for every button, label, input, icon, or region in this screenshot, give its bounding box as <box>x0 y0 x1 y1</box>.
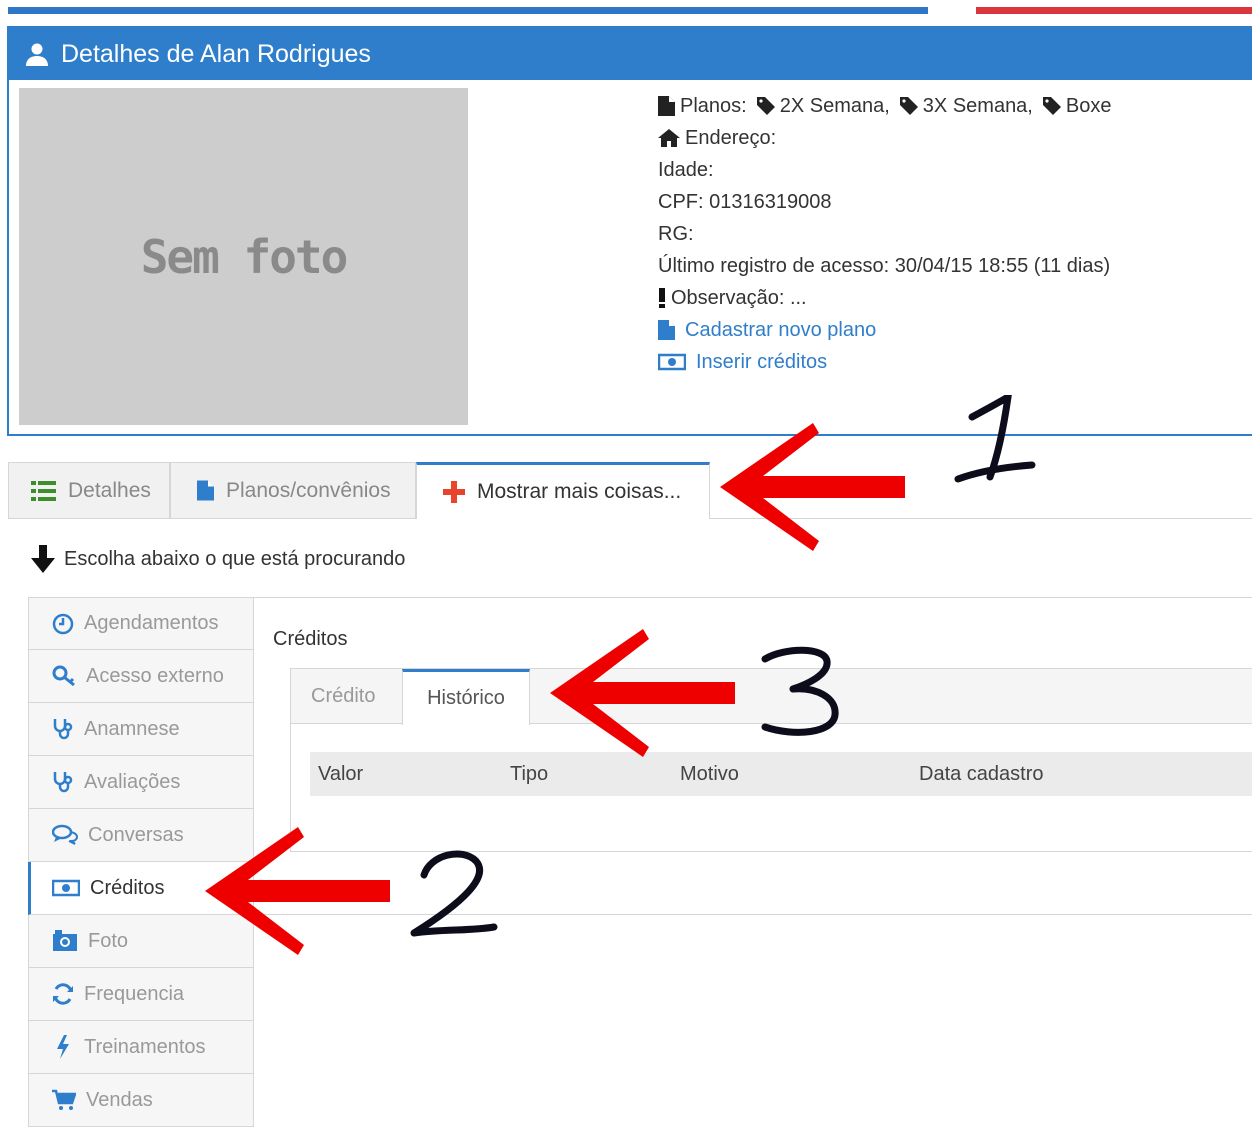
home-icon <box>658 129 680 147</box>
key-icon <box>52 665 75 687</box>
photo-placeholder: Sem foto <box>19 88 468 425</box>
insert-credits-link[interactable]: Inserir créditos <box>696 346 827 378</box>
hint-text: Escolha abaixo o que está procurando <box>28 545 405 573</box>
annotation-number-3: 3 <box>761 646 839 736</box>
sidebar-item-anamnese[interactable]: Anamnese <box>28 703 254 756</box>
stethoscope-icon <box>53 719 73 740</box>
sidebar-item-label: Foto <box>88 929 129 952</box>
plan-tag-label: Boxe <box>1065 95 1112 117</box>
column-header: Valor <box>318 763 364 785</box>
exclamation-icon <box>659 288 665 308</box>
sidebar-item-vendas[interactable]: Vendas <box>28 1074 254 1127</box>
sidebar-item-label: Avaliações <box>84 770 181 793</box>
section-title: Créditos <box>273 628 348 650</box>
stethoscope-icon <box>53 772 73 793</box>
annotation-number-1: 1 <box>954 395 1036 483</box>
file-icon <box>658 320 675 340</box>
sidebar-item-label: Conversas <box>88 823 184 846</box>
refresh-icon <box>53 983 73 1005</box>
plans-row: Planos: 2X Semana, 3X Semana, Boxe <box>658 90 1111 122</box>
details-panel: Detalhes de Alan Rodrigues Sem foto Plan… <box>7 26 1252 436</box>
file-icon <box>197 480 214 501</box>
cart-icon <box>52 1089 76 1110</box>
new-plan-link[interactable]: Cadastrar novo plano <box>685 314 876 346</box>
column-header: Tipo <box>510 763 549 785</box>
plan-tag-label: 3X Semana, <box>922 95 1033 117</box>
sidebar-item-label: Créditos <box>90 876 165 899</box>
observation-label: Observação: ... <box>671 287 807 309</box>
sidebar-item-label: Vendas <box>86 1088 153 1111</box>
money-icon <box>658 353 686 371</box>
tab-label: Planos/convênios <box>226 478 391 502</box>
panel-title: Detalhes de Alan Rodrigues <box>61 39 371 68</box>
tab-label: Detalhes <box>68 478 151 502</box>
main-tabs: Detalhes Planos/convênios Mostrar mais c… <box>8 462 1252 519</box>
address-row: Endereço: <box>658 122 1111 154</box>
list-icon <box>31 480 56 501</box>
tab-detalhes[interactable]: Detalhes <box>8 462 170 518</box>
student-info: Planos: 2X Semana, 3X Semana, Boxe Ender… <box>658 90 1111 378</box>
address-label: Endereço: <box>685 127 777 149</box>
annotation-arrow-3 <box>550 629 735 757</box>
tag-icon <box>756 97 775 115</box>
sidebar-item-label: Treinamentos <box>84 1035 206 1058</box>
column-header: Motivo <box>680 763 739 785</box>
hint-label: Escolha abaixo o que está procurando <box>64 547 406 570</box>
tab-mostrar-mais[interactable]: Mostrar mais coisas... <box>416 462 710 519</box>
age-row: Idade: <box>658 159 714 181</box>
sidebar-item-treinamentos[interactable]: Treinamentos <box>28 1021 254 1074</box>
sidebar-item-acesso-externo[interactable]: Acesso externo <box>28 650 254 703</box>
camera-icon <box>53 930 77 951</box>
chat-icon <box>52 824 78 845</box>
last-access-row: Último registro de acesso: 30/04/15 18:5… <box>658 255 1111 277</box>
plan-tag: Boxe <box>1042 90 1112 122</box>
column-header: Data cadastro <box>919 763 1044 785</box>
top-bar-blue <box>8 7 928 14</box>
tag-icon <box>899 97 918 115</box>
annotation-arrow-2 <box>205 827 390 955</box>
sidebar-item-label: Agendamentos <box>84 612 219 634</box>
arrow-down-icon <box>31 545 55 573</box>
plan-tag-label: 2X Semana, <box>779 95 890 117</box>
subtab-historico[interactable]: Histórico <box>402 669 530 725</box>
plan-tag: 3X Semana, <box>899 90 1033 122</box>
tag-icon <box>1042 97 1061 115</box>
bolt-icon <box>57 1035 69 1059</box>
money-icon <box>52 879 80 897</box>
sidebar-item-avaliacoes[interactable]: Avaliações <box>28 756 254 809</box>
sidebar-item-label: Frequencia <box>84 982 185 1005</box>
cpf-row: CPF: 01316319008 <box>658 191 832 213</box>
sidebar-item-agendamentos[interactable]: Agendamentos <box>28 597 254 650</box>
clock-icon <box>52 613 74 634</box>
user-icon <box>26 43 48 66</box>
tab-planos[interactable]: Planos/convênios <box>170 462 416 518</box>
sidebar-item-frequencia[interactable]: Frequencia <box>28 968 254 1021</box>
tab-label: Mostrar mais coisas... <box>477 480 682 503</box>
insert-credits-link-row[interactable]: Inserir créditos <box>658 346 1111 378</box>
sidebar-item-label: Anamnese <box>84 717 180 740</box>
history-table-header: Valor Tipo Motivo Data cadastro <box>310 752 1252 796</box>
no-photo-text: Sem foto <box>140 229 349 284</box>
plans-label: Planos: <box>680 95 747 117</box>
top-bar-red <box>976 7 1252 14</box>
rg-row: RG: <box>658 223 694 245</box>
observation-row: Observação: ... <box>658 282 1111 314</box>
plus-icon <box>443 481 465 503</box>
subtab-credito[interactable]: Crédito <box>311 669 375 724</box>
new-plan-link-row[interactable]: Cadastrar novo plano <box>658 314 1111 346</box>
plan-tag: 2X Semana, <box>756 90 890 122</box>
file-icon <box>658 96 675 116</box>
annotation-number-2: 2 <box>410 850 498 937</box>
panel-header: Detalhes de Alan Rodrigues <box>9 28 1252 80</box>
annotation-arrow-1 <box>720 423 905 551</box>
sidebar-item-label: Acesso externo <box>86 664 224 687</box>
